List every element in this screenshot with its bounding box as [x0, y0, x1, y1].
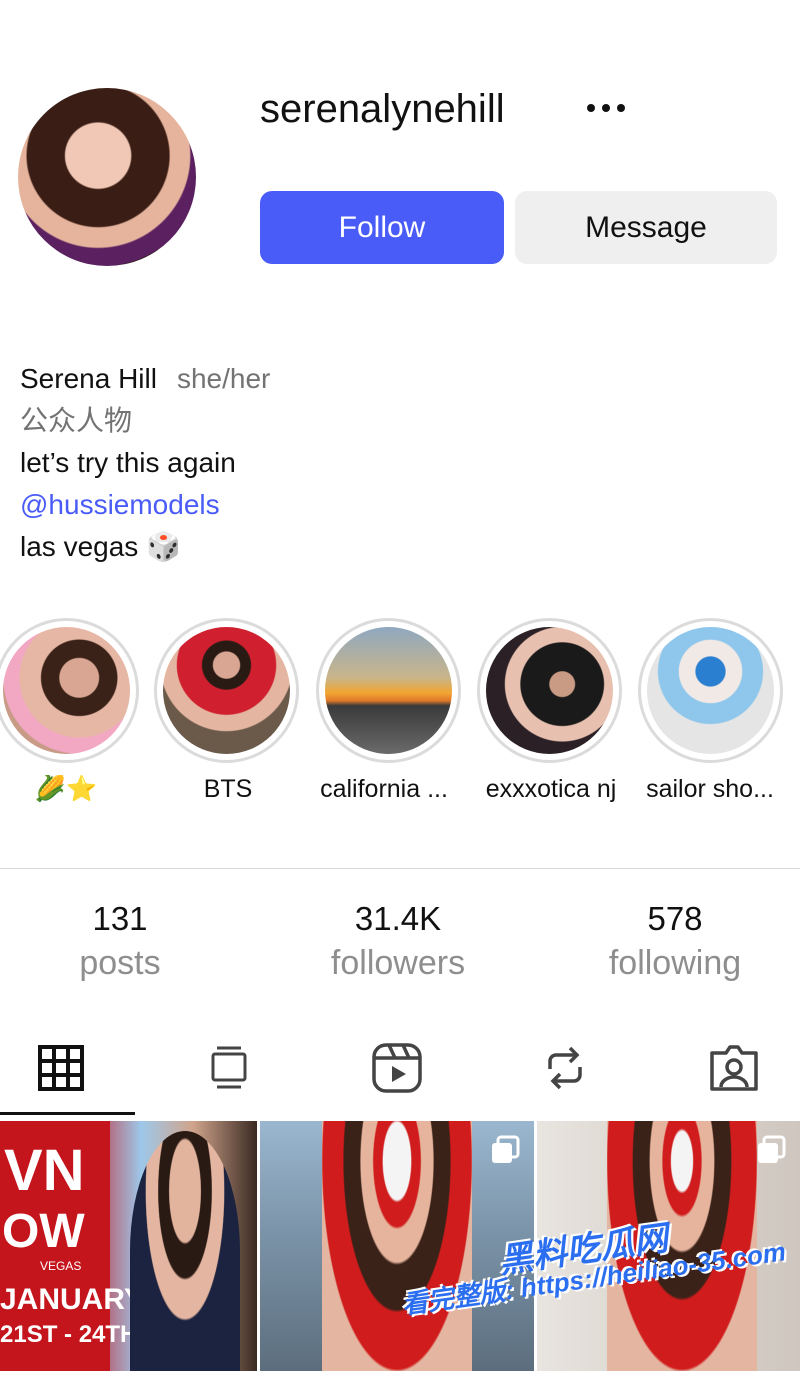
stat-followers[interactable]: 31.4K followers: [288, 898, 508, 986]
post-1-overlay-line-3: VEGAS: [40, 1259, 82, 1273]
highlight-label-4: exxxotica nj: [485, 775, 617, 803]
pronouns: she/her: [176, 363, 271, 394]
profile-username: serenalynehill: [260, 87, 505, 131]
post-1[interactable]: VN OW VEGAS JANUARY 21ST - 24TH: [0, 1121, 257, 1371]
tab-reposts[interactable]: [535, 1038, 595, 1098]
highlight-label-2: BTS: [203, 775, 253, 803]
following-count: 578: [647, 900, 703, 937]
highlight-5[interactable]: [638, 618, 783, 763]
location-text: las vegas 🎲: [20, 531, 181, 562]
multi-post-icon: [758, 1135, 786, 1163]
post-1-photo: [130, 1131, 240, 1371]
tab-tagged[interactable]: [704, 1038, 764, 1098]
followers-count: 31.4K: [354, 900, 442, 937]
profile-bio: Serena Hill she/her 公众人物 let’s try this a…: [20, 358, 270, 568]
reposts-icon: [548, 1046, 582, 1090]
post-1-overlay-line-5: 21ST - 24TH: [0, 1321, 138, 1348]
tab-grid[interactable]: [31, 1038, 91, 1098]
mention-link[interactable]: @hussiemodels: [20, 484, 270, 526]
tab-feed[interactable]: [199, 1038, 259, 1098]
grid-icon: [38, 1045, 84, 1091]
feed-icon: [211, 1046, 247, 1089]
active-tab-indicator: [0, 1112, 135, 1115]
post-2-photo: [322, 1121, 472, 1371]
category-label: 公众人物: [20, 405, 133, 436]
more-options-icon[interactable]: [578, 90, 634, 126]
bottom-strip: [0, 1371, 800, 1385]
profile-avatar[interactable]: [18, 88, 196, 266]
post-2[interactable]: [260, 1121, 534, 1371]
stat-following[interactable]: 578 following: [565, 898, 785, 986]
post-1-overlay-line-4: JANUARY: [0, 1283, 144, 1316]
display-name: Serena Hill: [20, 363, 157, 394]
highlight-3[interactable]: [316, 618, 461, 763]
post-1-overlay-line-1: VN: [4, 1138, 85, 1203]
post-1-overlay-line-2: OW: [2, 1205, 85, 1258]
highlight-2[interactable]: [154, 618, 299, 763]
tagged-icon: [710, 1045, 758, 1091]
message-button[interactable]: Message: [515, 191, 777, 264]
posts-count: 131: [92, 900, 148, 937]
tab-reels[interactable]: [367, 1038, 427, 1098]
section-divider: [0, 868, 800, 869]
highlight-label-1: 🌽⭐: [34, 775, 98, 803]
following-label: following: [608, 944, 742, 982]
multi-post-icon: [492, 1135, 520, 1163]
reels-icon: [372, 1043, 422, 1093]
highlight-4[interactable]: [477, 618, 622, 763]
stat-posts[interactable]: 131 posts: [10, 898, 230, 986]
bio-text: let’s try this again: [20, 447, 236, 478]
follow-button[interactable]: Follow: [260, 191, 504, 264]
highlight-1[interactable]: [0, 618, 139, 763]
highlight-label-3: california ...: [320, 775, 448, 803]
posts-label: posts: [79, 944, 161, 982]
highlight-label-5: sailor sho...: [646, 775, 774, 803]
followers-label: followers: [330, 944, 466, 982]
